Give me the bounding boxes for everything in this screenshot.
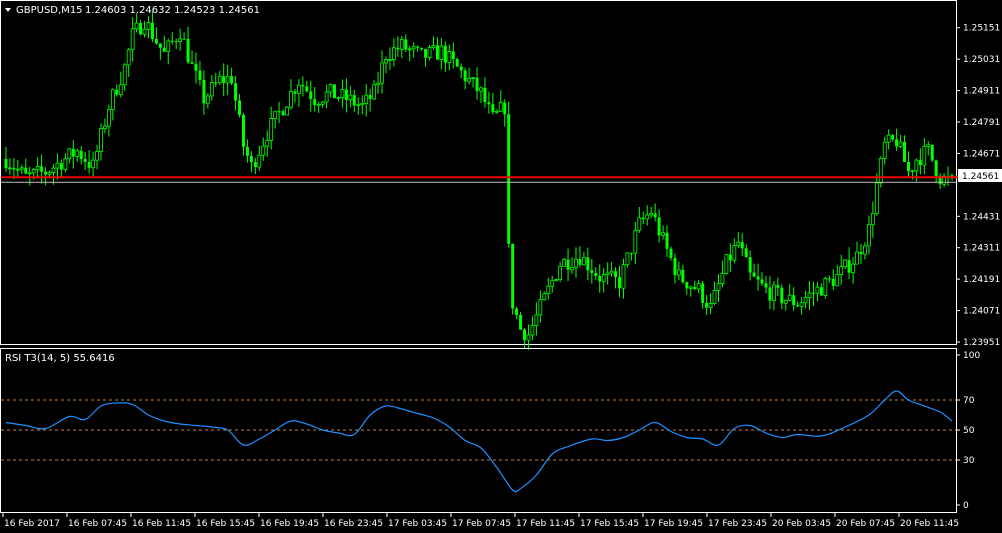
price-tick-label: 1.24311 [963,244,1000,254]
price-tick-label: 1.24071 [963,307,1000,317]
candle [455,57,459,68]
price-tick-label: 1.25031 [963,55,1000,65]
price-tick-label: 1.24791 [963,118,1000,128]
price-tick-label: 1.24431 [963,212,1000,222]
time-tick-label: 20 Feb 07:45 [836,519,895,529]
current-price-label: 1.24561 [962,172,999,182]
candle [724,254,729,275]
rsi-tick-label: 100 [963,351,980,361]
candle [285,106,289,116]
time-tick-label: 16 Feb 15:45 [196,519,255,529]
time-tick-label: 17 Feb 11:45 [516,519,575,529]
symbol-label: GBPUSD,M15 [16,5,83,16]
time-tick-label: 16 Feb 23:45 [324,519,383,529]
candle [823,276,828,299]
rsi-tick-label: 70 [963,396,975,406]
time-tick-label: 16 Feb 11:45 [132,519,191,529]
time-tick-label: 17 Feb 19:45 [644,519,703,529]
rsi-title: RSI T3(14, 5) 55.6416 [5,353,115,364]
time-tick-label: 17 Feb 03:45 [388,519,447,529]
time-tick-label: 17 Feb 23:45 [708,519,767,529]
price-tick-label: 1.24671 [963,149,1000,159]
candle [562,257,567,268]
price-title: GBPUSD,M15 1.24603 1.24632 1.24523 1.245… [5,5,260,16]
candle [878,156,883,188]
rsi-tick-label: 30 [963,456,975,466]
time-tick-label: 20 Feb 11:45 [900,519,959,529]
time-tick-label: 20 Feb 03:45 [772,519,831,529]
time-tick-label: 17 Feb 07:45 [452,519,511,529]
candle [333,84,337,99]
price-tick-label: 1.24191 [963,275,1000,285]
candle [511,243,515,315]
time-tick-label: 16 Feb 2017 [4,519,60,529]
price-tick-label: 1.24911 [963,87,1000,97]
mt4-chart-window[interactable]: GBPUSD,M15 1.24603 1.24632 1.24523 1.245… [0,0,1002,533]
candle [507,101,511,248]
current-price-tag: 1.24561 [958,169,1002,182]
time-tick-label: 17 Feb 15:45 [580,519,639,529]
price-tick-label: 1.23951 [963,338,1000,348]
rsi-tick-label: 0 [963,501,969,511]
price-tick-label: 1.25151 [963,24,1000,34]
ohlc-label: 1.24603 1.24632 1.24523 1.24561 [85,5,260,16]
candle [930,144,934,163]
rsi-tick-label: 50 [963,426,975,436]
time-tick-label: 16 Feb 07:45 [68,519,127,529]
time-tick-label: 16 Feb 19:45 [260,519,319,529]
